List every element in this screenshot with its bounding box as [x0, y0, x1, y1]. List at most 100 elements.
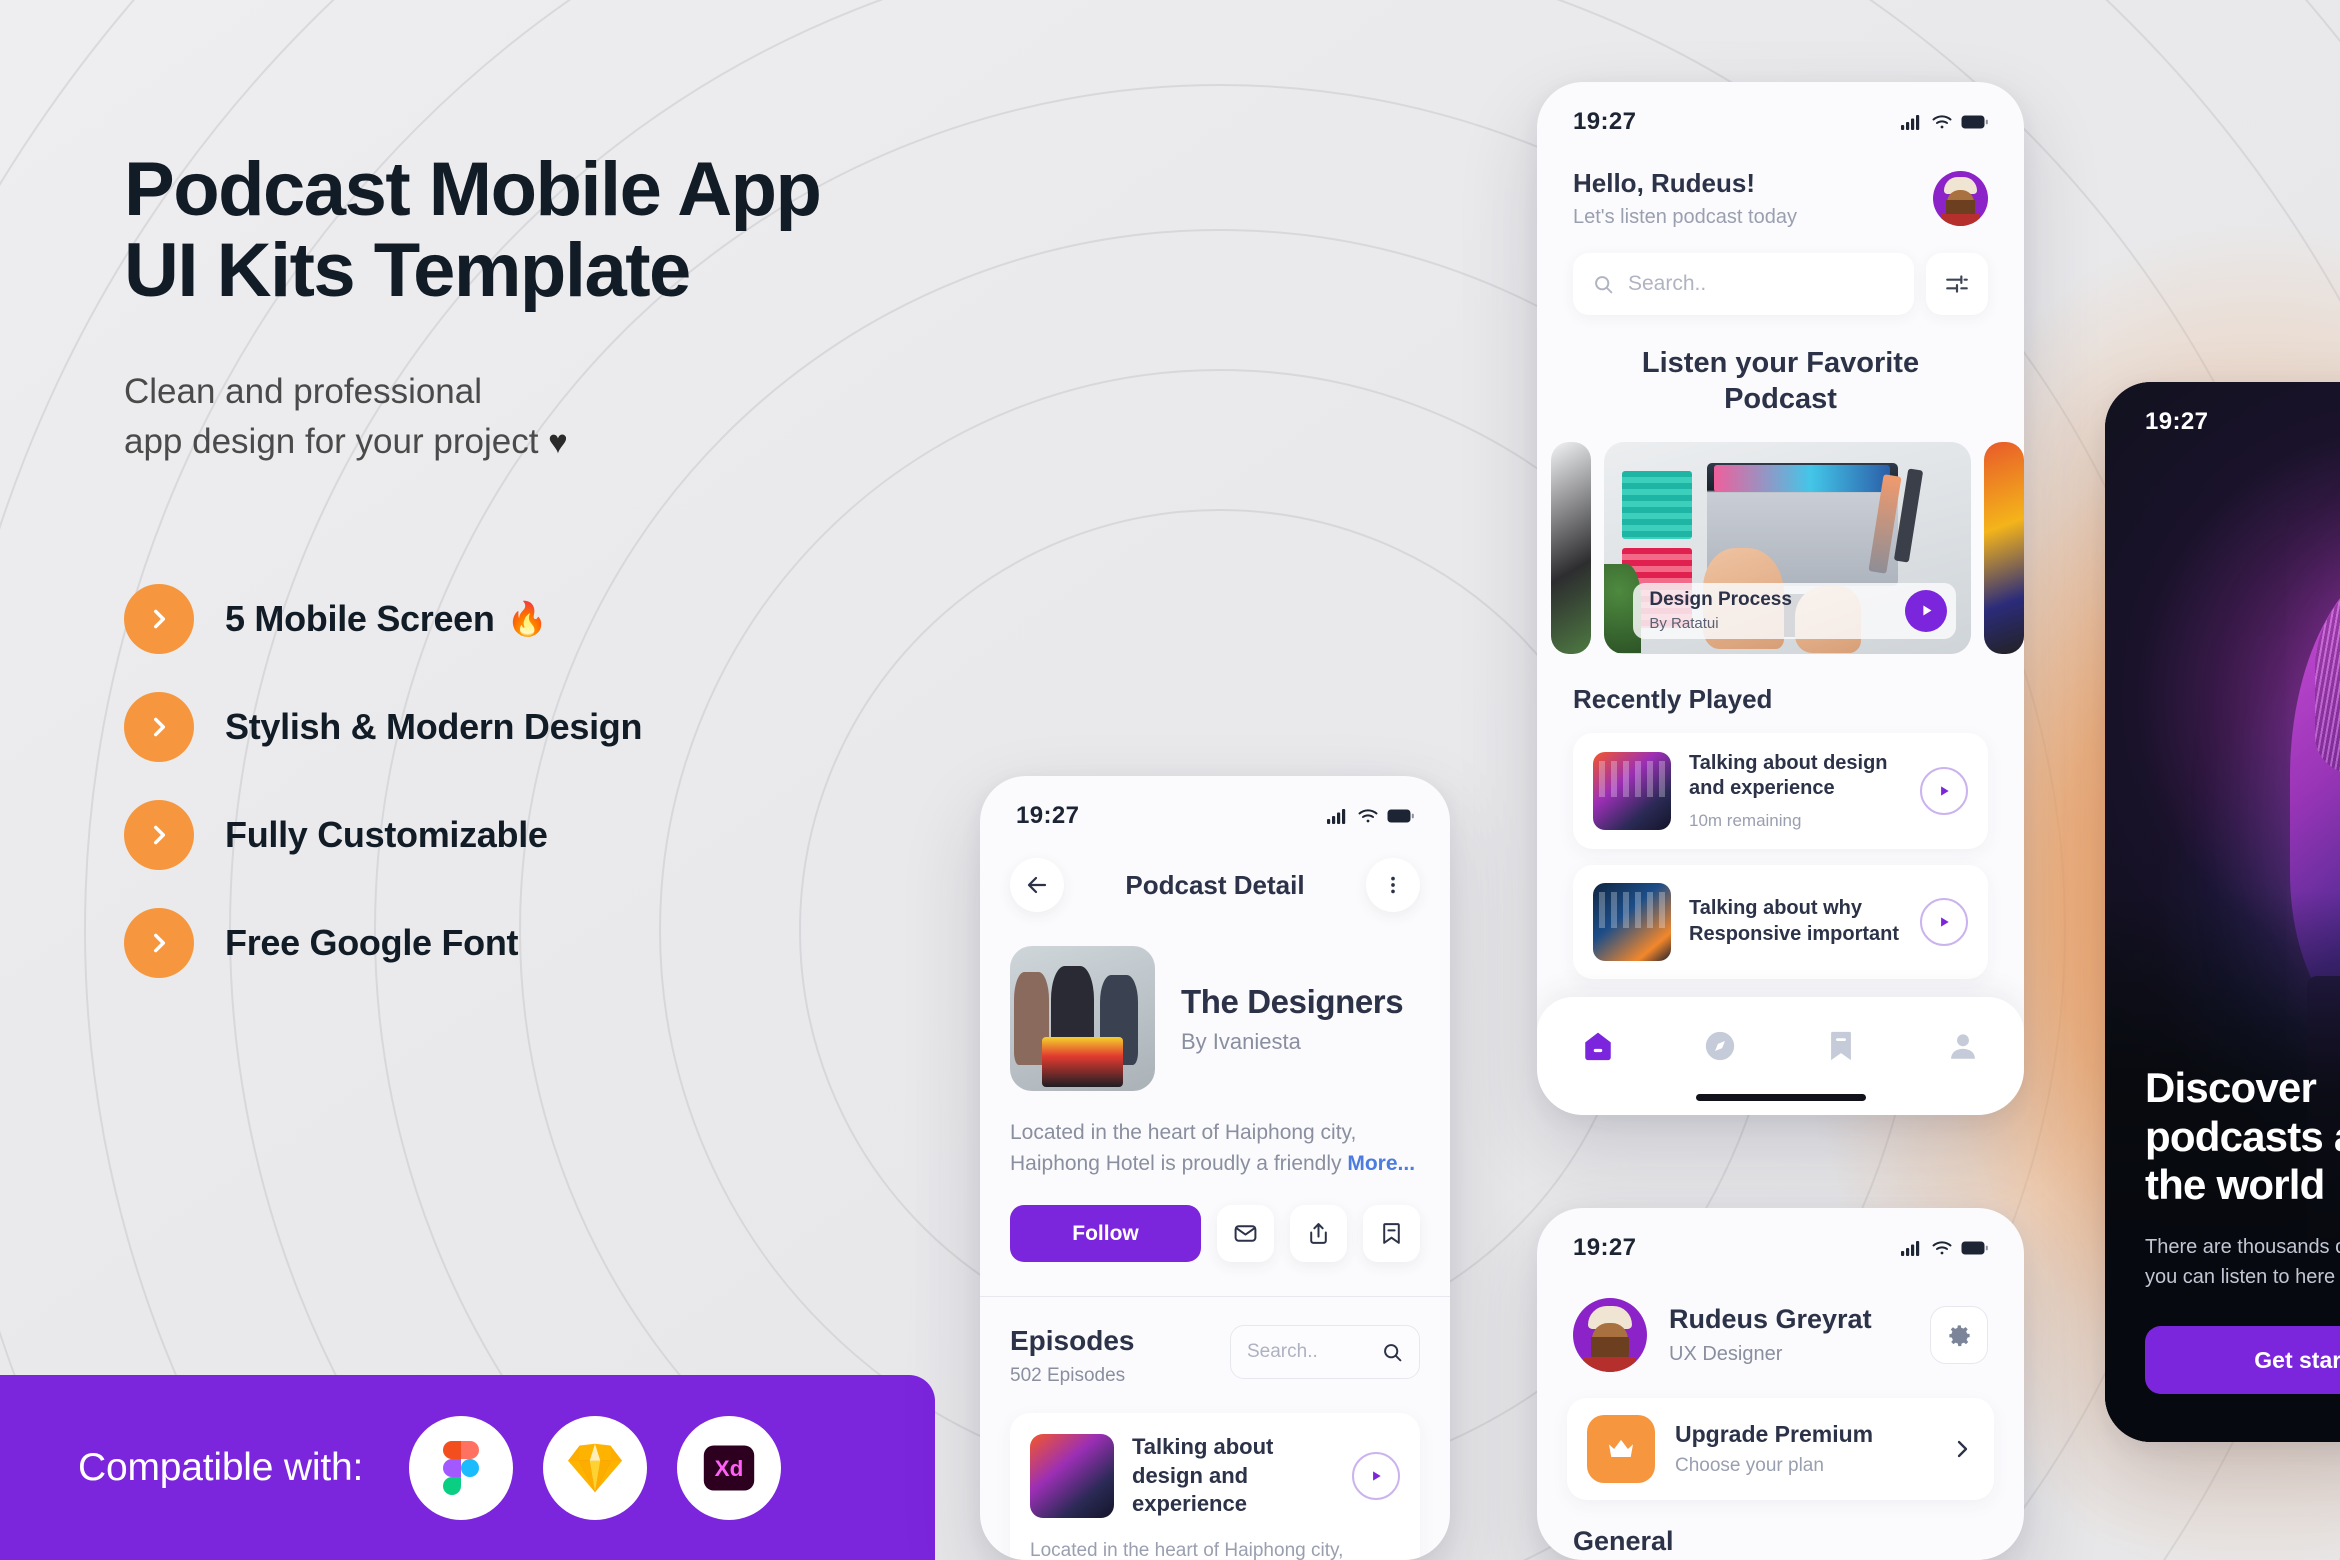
detail-actions: Follow	[980, 1179, 1450, 1263]
bookmark-icon	[1831, 1031, 1852, 1061]
onboarding-body: There are thousands of podcasts that you…	[2145, 1236, 2340, 1288]
avatar[interactable]	[1933, 171, 1988, 226]
featured-carousel[interactable]: Design Process By Ratatui	[1537, 418, 2024, 654]
svg-text:Xd: Xd	[715, 1456, 744, 1481]
more-link[interactable]: More...	[1347, 1152, 1415, 1175]
status-icons	[1901, 114, 1988, 130]
subtitle-line-1: Clean and professional	[124, 372, 483, 412]
feature-text-1: Stylish & Modern Design	[225, 706, 643, 748]
upgrade-premium-card[interactable]: Upgrade Premium Choose your plan	[1567, 1398, 1994, 1500]
home-icon	[1585, 1032, 1611, 1061]
episode-title: Talking about why Responsive important	[1689, 897, 1900, 945]
status-time: 19:27	[2145, 408, 2209, 435]
crown-icon	[1587, 1415, 1655, 1483]
fire-emoji-icon: 🔥	[506, 599, 548, 637]
greeting-row: Hello, Rudeus! Let's listen podcast toda…	[1537, 142, 2024, 229]
phone-home-screen: 19:27 Hello, Rudeus! Let's listen podcas…	[1537, 82, 2024, 1115]
episodes-count: 502 Episodes	[1010, 1365, 1126, 1387]
home-indicator	[1695, 1094, 1866, 1101]
person-icon	[1951, 1034, 1976, 1059]
sidebar-item-home[interactable]	[1571, 1019, 1625, 1073]
sidebar-item-bookmark[interactable]	[1814, 1019, 1868, 1073]
greeting-subtitle: Let's listen podcast today	[1573, 206, 1797, 228]
status-icons	[1901, 1240, 1988, 1256]
status-bar: 19:27	[1537, 1208, 2024, 1268]
back-button[interactable]	[1010, 858, 1064, 912]
carousel-card-active[interactable]: Design Process By Ratatui	[1604, 441, 1971, 654]
compass-icon	[1705, 1031, 1734, 1061]
feature-label-1: Stylish & Modern Design	[225, 706, 642, 748]
share-button[interactable]	[1290, 1205, 1347, 1263]
feature-text-2: Fully Customizable	[225, 814, 548, 856]
carousel-card-prev[interactable]	[1551, 441, 1591, 654]
bookmark-button[interactable]	[1363, 1205, 1420, 1263]
play-icon	[1941, 785, 1949, 796]
play-button[interactable]	[1905, 589, 1948, 632]
play-button[interactable]	[1920, 897, 1968, 946]
more-options-button[interactable]	[1365, 858, 1420, 912]
play-button[interactable]	[1920, 766, 1968, 815]
episodes-header: Episodes 502 Episodes Search..	[980, 1297, 1450, 1387]
avatar[interactable]	[1573, 1298, 1647, 1372]
figma-logo-icon	[409, 1415, 514, 1520]
episode-meta: 10m remaining	[1689, 810, 1802, 830]
user-role: UX Designer	[1669, 1343, 1783, 1365]
podcast-header: The Designers By Ivaniesta	[980, 912, 1450, 1091]
chevron-right-icon	[1957, 1440, 1968, 1458]
phone-onboarding-screen: 19:27 Discover podcasts around the world…	[2105, 382, 2340, 1442]
signal-icon	[1901, 115, 1920, 130]
settings-button[interactable]	[1930, 1306, 1988, 1364]
general-section-title: General	[1573, 1526, 1674, 1556]
phone-detail-screen: 19:27 Podcast Detail The Designers By Iv…	[980, 776, 1450, 1560]
search-icon	[1595, 275, 1613, 293]
feature-label-0: 5 Mobile Screen 🔥	[225, 598, 548, 640]
chevron-right-icon	[124, 584, 194, 655]
filter-button[interactable]	[1926, 253, 1988, 315]
title-line-1: Podcast Mobile App	[124, 147, 822, 232]
search-row: Search..	[1537, 229, 2024, 315]
play-button[interactable]	[1352, 1452, 1400, 1501]
title-line-2: UI Kits Template	[124, 227, 691, 313]
wifi-icon	[1358, 808, 1378, 822]
episode-card[interactable]: Talking about design and experience Loca…	[1010, 1413, 1420, 1560]
episode-thumbnail	[1030, 1434, 1114, 1519]
heart-icon: ♥	[548, 422, 568, 460]
chevron-right-icon	[124, 800, 194, 871]
episode-description: Located in the heart of Haiphong city, H…	[1030, 1539, 1344, 1560]
featured-overlay: Design Process By Ratatui	[1633, 582, 1957, 639]
play-icon	[1373, 1471, 1381, 1481]
status-bar: 19:27	[1537, 82, 2024, 142]
tool-logo-list: Xd	[409, 1415, 782, 1520]
episodes-search-input[interactable]: Search..	[1230, 1325, 1420, 1380]
wifi-icon	[1932, 114, 1952, 128]
feature-item-0: 5 Mobile Screen 🔥	[124, 584, 1144, 655]
arrow-left-icon	[1027, 876, 1047, 894]
wifi-icon	[1932, 1240, 1952, 1254]
sliders-icon	[1946, 275, 1968, 293]
search-input[interactable]: Search..	[1573, 253, 1914, 315]
get-started-button[interactable]: Get started	[2145, 1326, 2340, 1394]
message-button[interactable]	[1217, 1205, 1274, 1263]
featured-author: By Ratatui	[1649, 615, 1719, 633]
feature-item-1: Stylish & Modern Design	[124, 692, 1144, 763]
list-item[interactable]: Talking about why Responsive important	[1573, 864, 1988, 979]
profile-header: Rudeus Greyrat UX Designer	[1537, 1268, 2024, 1372]
follow-button[interactable]: Follow	[1010, 1205, 1201, 1263]
adobe-xd-logo-icon: Xd	[677, 1415, 782, 1520]
sidebar-item-profile[interactable]	[1936, 1019, 1990, 1073]
list-item[interactable]: Talking about design and experience 10m …	[1573, 732, 1988, 849]
carousel-card-next[interactable]	[1984, 441, 2024, 654]
compatible-label: Compatible with:	[78, 1445, 364, 1489]
status-bar: 19:27	[980, 776, 1450, 836]
gear-icon	[1948, 1324, 1970, 1346]
search-icon	[1384, 1343, 1402, 1361]
signal-icon	[1327, 809, 1346, 824]
battery-icon	[1961, 1241, 1988, 1255]
page-title: Podcast Mobile App UI Kits Template	[124, 147, 1144, 313]
episode-title: Talking about design and experience	[1689, 751, 1888, 800]
sidebar-item-discover[interactable]	[1693, 1019, 1747, 1073]
episode-title: Talking about design and experience	[1132, 1434, 1274, 1517]
onboarding-headline: Discover podcasts around the world	[2145, 1063, 2340, 1209]
podcast-author: By Ivaniesta	[1181, 1028, 1301, 1054]
battery-icon	[1387, 809, 1414, 823]
